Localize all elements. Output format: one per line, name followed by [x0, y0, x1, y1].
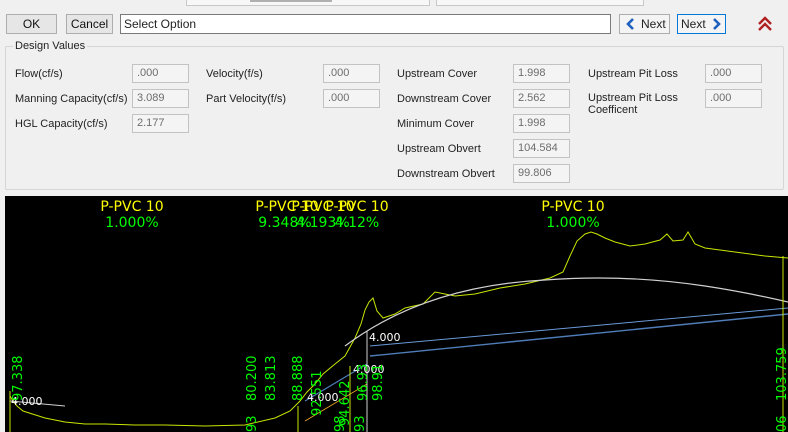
toolbar: OK Cancel Select Option Next Next	[0, 12, 788, 38]
design-values-title: Design Values	[13, 40, 88, 52]
next-button-label: Next	[681, 17, 706, 31]
ground-line	[9, 231, 788, 427]
upstream-pit-loss-coefficent-label: Upstream Pit Loss Coefficent	[588, 92, 678, 116]
pipe-label-name: P-PVC 10	[541, 199, 604, 215]
part-velocity-label: Part Velocity(f/s)	[206, 93, 287, 105]
velocity-label: Velocity(f/s)	[206, 68, 263, 80]
hgl-capacity-field[interactable]: 2.177	[132, 114, 189, 133]
depth-label: 4.000	[369, 331, 401, 344]
elevation-label: 83.813	[264, 356, 279, 402]
velocity-field[interactable]: .000	[323, 64, 380, 83]
double-chevron-up-icon[interactable]	[756, 15, 774, 33]
pipe-label-grade: 4.12%	[335, 215, 379, 231]
elevation-label: 92.551	[310, 371, 325, 417]
pipe-obvert-line	[369, 307, 788, 347]
previous-button[interactable]: Next	[619, 14, 670, 34]
flow-label: Flow(cf/s)	[15, 68, 63, 80]
long-section-profile-view[interactable]: P-PVC 10 1.000% P-PVC 10 9.348% P-PVC 10…	[5, 196, 788, 432]
minimum-cover-label: Minimum Cover	[397, 118, 475, 130]
upstream-obvert-field[interactable]: 104.584	[513, 139, 570, 158]
cancel-button[interactable]: Cancel	[66, 14, 113, 34]
flow-field[interactable]: .000	[132, 64, 189, 83]
upstream-cover-label: Upstream Cover	[397, 68, 478, 80]
previous-button-label: Next	[641, 17, 666, 31]
pipe-label-grade: 1.000%	[546, 215, 599, 231]
upstream-pit-loss-coefficent-field[interactable]: .000	[705, 89, 762, 108]
upstream-pit-loss-field[interactable]: .000	[705, 64, 762, 83]
tab-segment[interactable]	[436, 0, 644, 6]
elevation-label: 80.200	[245, 356, 260, 402]
pipe-label-grade: 1.000%	[105, 215, 158, 231]
chevron-right-icon	[713, 18, 721, 30]
part-velocity-field[interactable]: .000	[323, 89, 380, 108]
chevron-left-icon	[626, 18, 634, 30]
elevation-label-clipped: 93	[245, 415, 260, 432]
elevation-label: 88.888	[291, 356, 306, 402]
upstream-pit-loss-label: Upstream Pit Loss	[588, 68, 678, 80]
pipe-invert-line	[369, 313, 788, 357]
minimum-cover-field[interactable]: 1.998	[513, 114, 570, 133]
downstream-cover-label: Downstream Cover	[397, 93, 492, 105]
elevation-label: 96.93	[356, 364, 371, 401]
elevation-label: 98.91	[371, 364, 386, 401]
option-select[interactable]: Select Option	[120, 14, 611, 34]
downstream-obvert-label: Downstream Obvert	[397, 168, 495, 180]
next-button[interactable]: Next	[677, 14, 726, 34]
elevation-label-clipped: 98	[333, 415, 348, 432]
downstream-obvert-field[interactable]: 99.806	[513, 164, 570, 183]
manning-capacity-field[interactable]: 3.089	[132, 89, 189, 108]
ok-button[interactable]: OK	[6, 14, 57, 34]
pipe-label-name: P-PVC 10	[100, 199, 163, 215]
upstream-cover-field[interactable]: 1.998	[513, 64, 570, 83]
downstream-cover-field[interactable]: 2.562	[513, 89, 570, 108]
elevation-label: 103.759	[775, 347, 788, 401]
pipe-label-name: P-PVC 10	[325, 199, 388, 215]
hgl-capacity-label: HGL Capacity(cf/s)	[15, 118, 108, 130]
upstream-obvert-label: Upstream Obvert	[397, 143, 481, 155]
elevation-label-clipped: 93	[353, 415, 368, 432]
profile-canvas: P-PVC 10 1.000% P-PVC 10 9.348% P-PVC 10…	[9, 199, 788, 432]
elevation-label-clipped: 06	[775, 415, 788, 432]
elevation-label: 97.338	[11, 356, 26, 402]
option-select-value: Select Option	[124, 17, 197, 31]
top-tab-strip	[0, 0, 788, 8]
manning-capacity-label: Manning Capacity(cf/s)	[15, 93, 128, 105]
tab-indicator	[250, 0, 332, 2]
